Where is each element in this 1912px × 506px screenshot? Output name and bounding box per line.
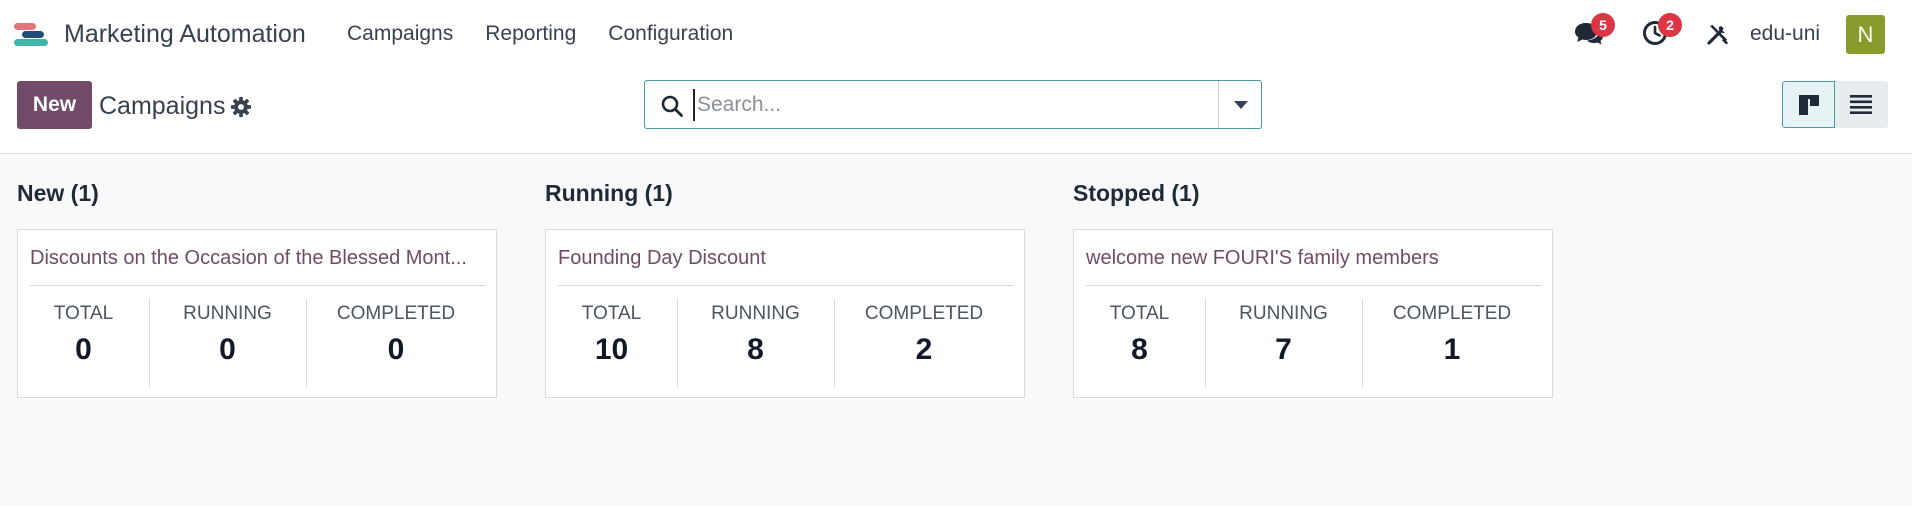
card-divider [30, 285, 486, 286]
stat-completed: COMPLETED 0 [306, 298, 486, 386]
stat-completed: COMPLETED 1 [1362, 298, 1542, 386]
stat-value: 2 [915, 333, 933, 366]
page-title: Campaigns [99, 92, 226, 120]
stat-value: 10 [594, 333, 629, 366]
list-icon [1850, 95, 1872, 114]
campaign-card[interactable]: Founding Day Discount TOTAL 10 RUNNING 8… [545, 229, 1025, 398]
stat-total: TOTAL 0 [18, 298, 149, 386]
search-options-toggle[interactable] [1218, 81, 1261, 128]
stat-value: 7 [1275, 333, 1292, 366]
stat-value: 8 [747, 333, 764, 366]
menu-item-configuration[interactable]: Configuration [608, 22, 733, 46]
stat-running: RUNNING 7 [1205, 298, 1362, 386]
stat-label: TOTAL [53, 303, 114, 324]
stat-label: TOTAL [581, 303, 642, 324]
new-button[interactable]: New [17, 81, 92, 129]
stat-label: COMPLETED [336, 303, 456, 324]
list-view-button[interactable] [1835, 81, 1888, 128]
stat-total: TOTAL 8 [1074, 298, 1205, 386]
search-icon [661, 95, 683, 117]
stat-value: 0 [387, 333, 405, 366]
kanban-view-button[interactable] [1782, 81, 1835, 128]
stat-running: RUNNING 0 [149, 298, 306, 386]
chevron-down-icon [1234, 101, 1248, 109]
search-input[interactable] [693, 89, 1153, 121]
user-menu[interactable]: edu-uni [1750, 22, 1820, 46]
view-switcher [1782, 81, 1889, 128]
campaign-name[interactable]: welcome new FOURI'S family members [1086, 247, 1542, 270]
activities-clock-icon[interactable]: 2 [1642, 13, 1682, 51]
stat-value: 8 [1131, 333, 1148, 366]
messages-badge: 5 [1591, 13, 1615, 37]
column-title[interactable]: New (1) [17, 180, 99, 207]
stat-value: 0 [219, 333, 236, 366]
stat-label: TOTAL [1109, 303, 1170, 324]
campaign-name[interactable]: Founding Day Discount [558, 247, 1014, 270]
avatar[interactable]: N [1846, 15, 1885, 54]
stat-label: RUNNING [183, 303, 272, 324]
column-title[interactable]: Stopped (1) [1073, 180, 1200, 207]
card-divider [558, 285, 1014, 286]
messages-icon[interactable]: 5 [1574, 13, 1615, 52]
kanban-icon [1799, 95, 1819, 115]
main-menu: Campaigns Reporting Configuration [347, 22, 733, 46]
stat-total: TOTAL 10 [546, 298, 677, 386]
gear-icon[interactable] [230, 96, 252, 118]
stat-label: COMPLETED [864, 303, 984, 324]
stat-label: RUNNING [711, 303, 800, 324]
top-navbar: Marketing Automation Campaigns Reporting… [0, 0, 1912, 70]
debug-tools-icon[interactable] [1706, 22, 1730, 51]
campaign-card[interactable]: welcome new FOURI'S family members TOTAL… [1073, 229, 1553, 398]
stat-label: COMPLETED [1392, 303, 1512, 324]
stat-value: 1 [1443, 333, 1461, 366]
control-panel: New Campaigns [0, 70, 1912, 154]
campaign-card[interactable]: Discounts on the Occasion of the Blessed… [17, 229, 497, 398]
search-bar [644, 80, 1262, 129]
stat-label: RUNNING [1239, 303, 1328, 324]
card-divider [1086, 285, 1542, 286]
stat-completed: COMPLETED 2 [834, 298, 1014, 386]
column-title[interactable]: Running (1) [545, 180, 673, 207]
stat-running: RUNNING 8 [677, 298, 834, 386]
activities-badge: 2 [1658, 13, 1682, 37]
menu-item-reporting[interactable]: Reporting [485, 22, 576, 46]
app-logo-icon[interactable] [12, 18, 52, 52]
menu-item-campaigns[interactable]: Campaigns [347, 22, 453, 46]
campaign-name[interactable]: Discounts on the Occasion of the Blessed… [30, 247, 486, 270]
app-title[interactable]: Marketing Automation [64, 20, 306, 49]
stat-value: 0 [75, 333, 92, 366]
